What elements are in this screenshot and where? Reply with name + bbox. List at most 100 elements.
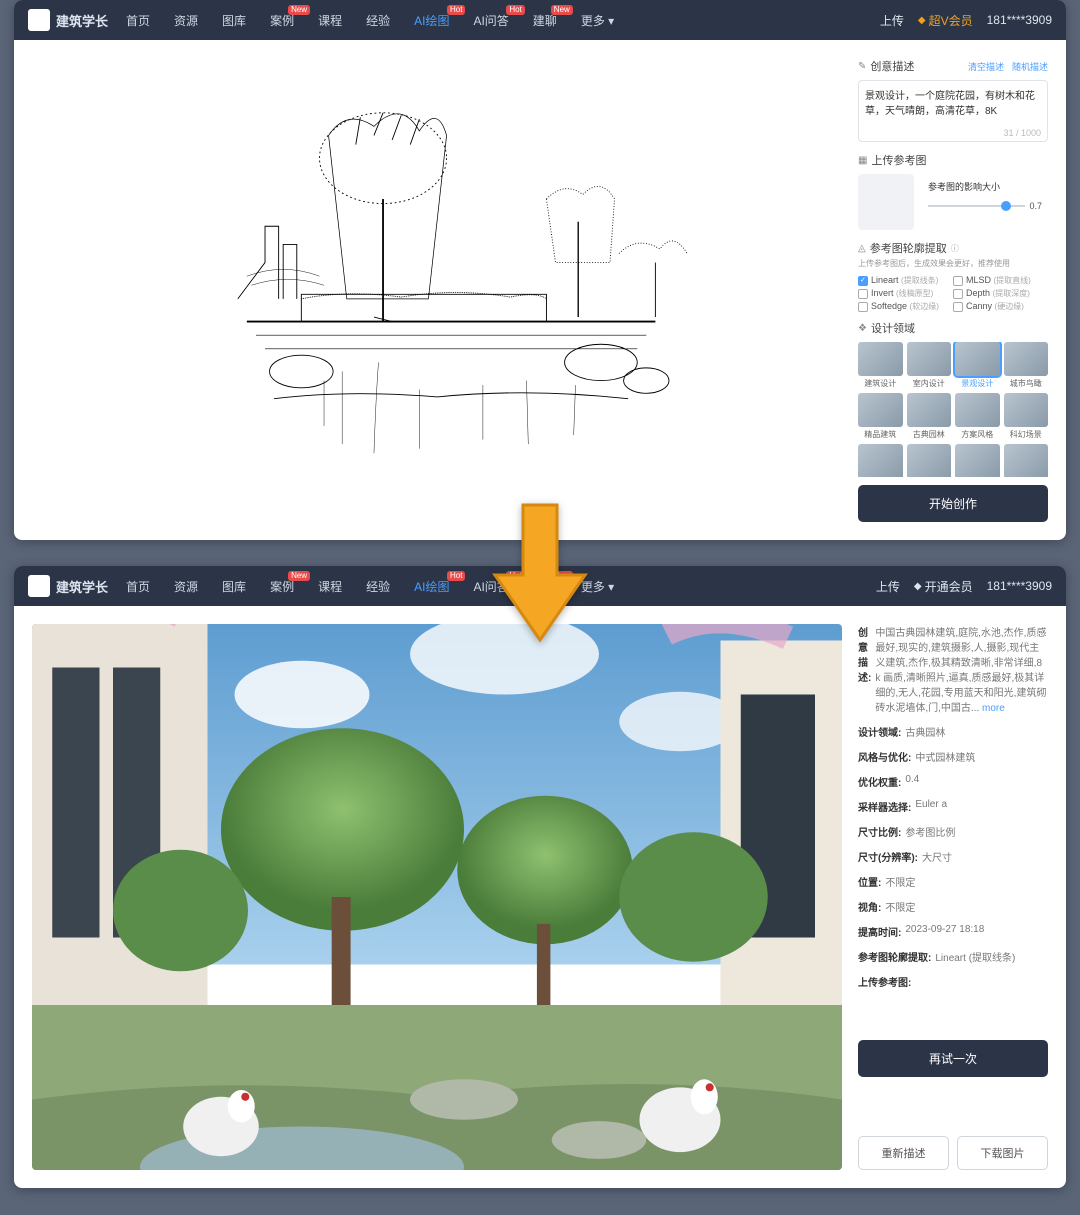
brand: 建筑学长	[56, 577, 108, 596]
checkbox-icon[interactable]	[953, 289, 963, 299]
pencil-icon: ✎	[858, 61, 866, 72]
info-row: 风格与优化:中式园林建筑	[858, 749, 1048, 764]
random-link[interactable]: 随机描述	[1012, 60, 1048, 73]
vip-link[interactable]: 开通会员	[914, 578, 973, 595]
check-mlsd[interactable]: MLSD (提取直线)	[953, 275, 1048, 286]
nav-item[interactable]: 经验	[366, 12, 390, 29]
style-item[interactable]: 建筑设计	[858, 342, 903, 389]
nav-item[interactable]: 图库	[222, 578, 246, 595]
style-thumb	[1004, 444, 1049, 477]
checkbox-icon[interactable]	[953, 302, 963, 312]
extract-icon: ◬	[858, 243, 866, 254]
upload-link[interactable]: 上传	[876, 578, 900, 595]
vip-link[interactable]: 超V会员	[918, 12, 973, 29]
redesc-button[interactable]: 重新描述	[858, 1136, 949, 1170]
upload-title: ▦ 上传参考图	[858, 152, 1048, 168]
start-button[interactable]: 开始创作	[858, 485, 1048, 522]
header-right: 上传 超V会员 181****3909	[880, 12, 1052, 29]
retry-button[interactable]: 再试一次	[858, 1040, 1048, 1077]
nav-item[interactable]: 资源	[174, 12, 198, 29]
info-row: 采样器选择:Euler a	[858, 799, 1048, 814]
extract-checks: Lineart (提取线条)MLSD (提取直线)Invert (线稿原型)De…	[858, 275, 1048, 312]
check-canny[interactable]: Canny (硬边缘)	[953, 301, 1048, 312]
nav-item[interactable]: 建聊New	[533, 12, 557, 29]
result-panel: 建筑学长 首页资源图库案例New课程经验AI绘图HotAI问答Hot建聊New更…	[14, 566, 1066, 1188]
user-phone[interactable]: 181****3909	[987, 13, 1052, 27]
checkbox-icon[interactable]	[858, 302, 868, 312]
style-item[interactable]	[907, 444, 952, 477]
slider-value: 0.7	[1029, 201, 1042, 211]
domain-title: ❖ 设计领域	[858, 320, 1048, 336]
nav-item[interactable]: AI绘图Hot	[414, 12, 449, 29]
nav-item[interactable]: AI问答Hot	[473, 12, 508, 29]
nav-item[interactable]: 资源	[174, 578, 198, 595]
extract-note: 上传参考图后，生成效果会更好，推荐使用	[858, 258, 1048, 269]
sketch-image	[73, 81, 802, 499]
info-row: 参考图轮廓提取:Lineart (提取线条)	[858, 949, 1048, 964]
style-thumb	[858, 393, 903, 427]
prompt-textarea[interactable]: 景观设计，一个庭院花园，有树木和花草，天气晴朗，高清花草，8K 31 / 100…	[858, 80, 1048, 142]
nav-item[interactable]: 案例New	[270, 12, 294, 29]
nav: 首页 资源 图库 案例New 课程 经验 AI绘图Hot AI问答Hot 建聊New 更多 ▾	[126, 12, 880, 29]
style-item[interactable]: 室内设计	[907, 342, 952, 389]
style-grid: 建筑设计室内设计景观设计城市鸟瞰精品建筑古典园林方案风格科幻场景	[858, 342, 1048, 477]
checkbox-icon[interactable]	[858, 289, 868, 299]
style-item[interactable]: 古典园林	[907, 393, 952, 440]
char-counter: 31 / 1000	[1003, 128, 1041, 138]
nav-item[interactable]: 首页	[126, 12, 150, 29]
nav-item[interactable]: 案例New	[270, 578, 294, 595]
nav-item[interactable]: 课程	[318, 12, 342, 29]
sidebar-info: 创意描述:中国古典园林建筑,庭院,水池,杰作,质感最好,现实的,建筑摄影,人,摄…	[858, 624, 1048, 1170]
style-item[interactable]	[1004, 444, 1049, 477]
info-row: 提高时间:2023-09-27 18:18	[858, 924, 1048, 939]
desc-title: ✎ 创意描述 清空描述 随机描述	[858, 58, 1048, 74]
more-link[interactable]: more	[982, 703, 1005, 714]
info-list: 创意描述:中国古典园林建筑,庭院,水池,杰作,质感最好,现实的,建筑摄影,人,摄…	[858, 624, 1048, 989]
canvas-sketch	[32, 58, 842, 522]
clear-link[interactable]: 清空描述	[968, 60, 1004, 73]
sidebar-input: ✎ 创意描述 清空描述 随机描述 景观设计，一个庭院花园，有树木和花草，天气晴朗…	[858, 58, 1048, 522]
canvas-result	[32, 624, 842, 1170]
nav-item[interactable]: 课程	[318, 578, 342, 595]
info-row: 创意描述:中国古典园林建筑,庭院,水池,杰作,质感最好,现实的,建筑摄影,人,摄…	[858, 624, 1048, 714]
header-right: 上传 开通会员 181****3909	[876, 578, 1052, 595]
logo-icon	[28, 9, 50, 31]
info-row: 视角:不限定	[858, 899, 1048, 914]
nav-item[interactable]: AI绘图Hot	[414, 578, 449, 595]
download-button[interactable]: 下载图片	[957, 1136, 1048, 1170]
check-depth[interactable]: Depth (提取深度)	[953, 288, 1048, 299]
style-thumb	[858, 342, 903, 376]
style-item[interactable]: 景观设计	[955, 342, 1000, 389]
result-image	[32, 624, 842, 1170]
nav-item[interactable]: 经验	[366, 578, 390, 595]
style-item[interactable]	[858, 444, 903, 477]
slider-thumb[interactable]	[1001, 201, 1011, 211]
style-item[interactable]: 城市鸟瞰	[1004, 342, 1049, 389]
checkbox-icon[interactable]	[858, 276, 868, 286]
help-icon[interactable]: ⓘ	[951, 243, 959, 254]
style-thumb	[955, 393, 1000, 427]
check-invert[interactable]: Invert (线稿原型)	[858, 288, 953, 299]
style-item[interactable]: 方案风格	[955, 393, 1000, 440]
nav-item[interactable]: 更多 ▾	[581, 12, 614, 29]
upload-dropzone[interactable]	[858, 174, 914, 230]
info-row: 位置:不限定	[858, 874, 1048, 889]
style-item[interactable]	[955, 444, 1000, 477]
style-thumb	[907, 393, 952, 427]
style-item[interactable]: 精品建筑	[858, 393, 903, 440]
style-thumb	[858, 444, 903, 477]
style-thumb	[1004, 393, 1049, 427]
upload-link[interactable]: 上传	[880, 12, 904, 29]
extract-title: ◬ 参考图轮廓提取 ⓘ	[858, 240, 1048, 256]
slider-track[interactable]	[928, 205, 1025, 207]
style-item[interactable]: 科幻场景	[1004, 393, 1049, 440]
user-phone[interactable]: 181****3909	[987, 579, 1052, 593]
checkbox-icon[interactable]	[953, 276, 963, 286]
image-icon: ▦	[858, 155, 867, 166]
style-thumb	[955, 342, 1000, 376]
check-lineart[interactable]: Lineart (提取线条)	[858, 275, 953, 286]
info-row: 设计领域:古典园林	[858, 724, 1048, 739]
nav-item[interactable]: 首页	[126, 578, 150, 595]
check-softedge[interactable]: Softedge (软边缘)	[858, 301, 953, 312]
nav-item[interactable]: 图库	[222, 12, 246, 29]
